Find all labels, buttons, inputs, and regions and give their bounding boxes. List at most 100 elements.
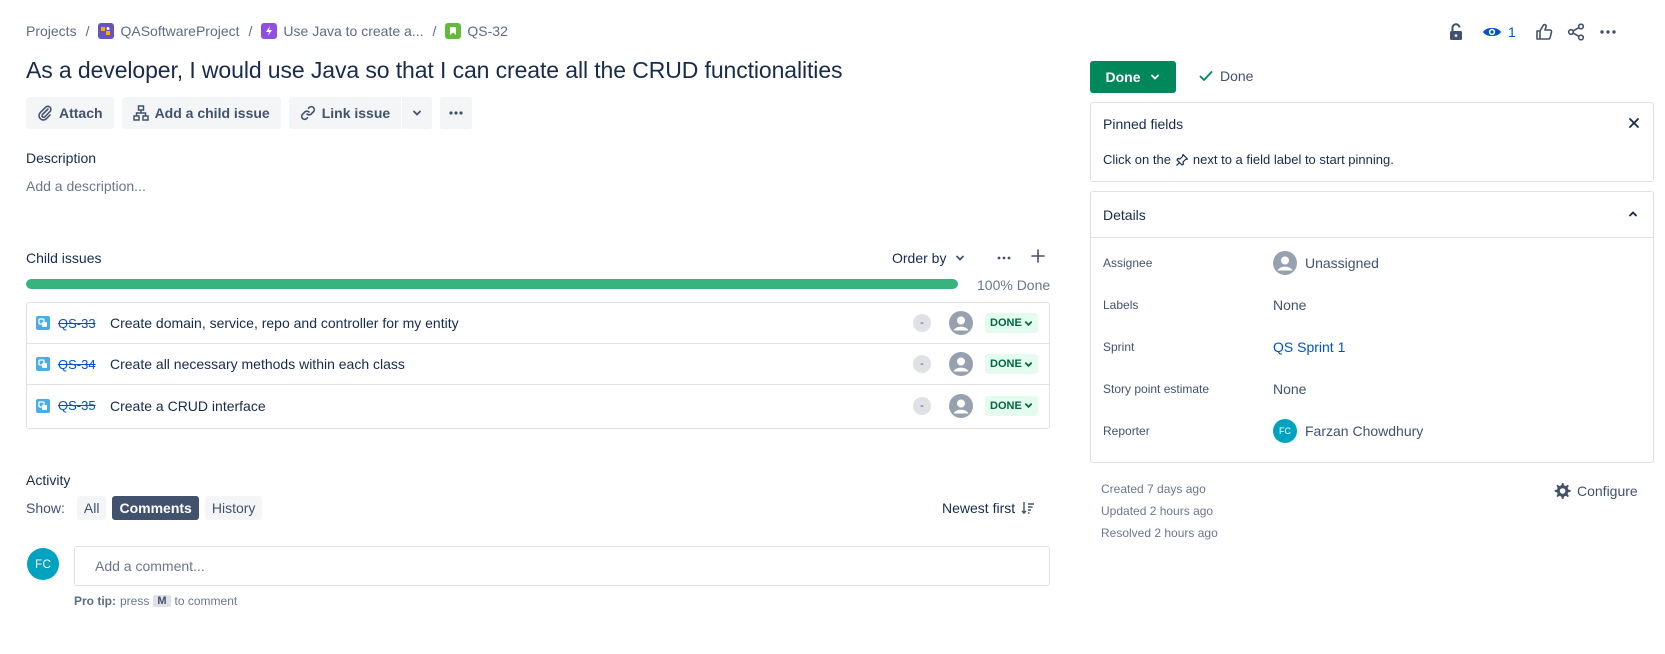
child-issue-status-label: DONE: [990, 358, 1022, 370]
child-issue-row[interactable]: QS-34 Create all necessary methods within…: [27, 344, 1049, 385]
issue-toolbar: Attach Add a child issue Link issue: [26, 97, 473, 129]
configure-label: Configure: [1577, 483, 1638, 499]
thumbs-up-icon: [1535, 23, 1553, 41]
chevron-down-icon: [411, 107, 423, 119]
child-issue-priority[interactable]: -: [913, 355, 931, 373]
child-issue-priority[interactable]: -: [913, 314, 931, 332]
breadcrumb-separator: /: [248, 23, 253, 39]
resolution: Done: [1198, 68, 1253, 84]
child-issue-status[interactable]: DONE: [985, 313, 1038, 333]
add-child-issue-button[interactable]: Add a child issue: [121, 97, 281, 129]
labels-row: Labels None: [1103, 290, 1643, 320]
child-issue-summary[interactable]: Create all necessary methods within each…: [110, 356, 405, 372]
sprint-value[interactable]: QS Sprint 1: [1273, 339, 1345, 355]
reporter-value[interactable]: FC Farzan Chowdhury: [1273, 419, 1423, 443]
child-issue-summary[interactable]: Create a CRUD interface: [110, 398, 266, 414]
restrictions-button[interactable]: [1440, 20, 1472, 44]
child-issue-status-label: DONE: [990, 399, 1022, 412]
pro-tip-label: Pro tip:: [74, 594, 116, 608]
sort-descending-icon: [1021, 501, 1035, 515]
filter-history-button[interactable]: History: [204, 496, 263, 520]
breadcrumb-issue[interactable]: QS-32: [445, 23, 508, 39]
subtask-icon: [36, 316, 50, 330]
check-icon: [1198, 68, 1214, 84]
share-icon: [1567, 23, 1585, 41]
project-avatar-icon: [98, 23, 115, 39]
filter-all-button[interactable]: All: [76, 496, 107, 520]
chevron-down-icon: [1024, 319, 1033, 328]
more-icon: [1599, 23, 1617, 41]
more-actions-button[interactable]: [440, 97, 473, 129]
unassigned-avatar-icon[interactable]: [949, 352, 973, 376]
child-issue-summary[interactable]: Create domain, service, repo and control…: [110, 315, 459, 331]
keyboard-shortcut-key: M: [153, 595, 171, 607]
breadcrumb-epic[interactable]: Use Java to create a...: [261, 23, 424, 39]
breadcrumb-projects[interactable]: Projects: [26, 23, 77, 39]
activity-filter-row: Show: All Comments History: [26, 496, 263, 520]
pro-tip: Pro tip: press M to comment: [74, 594, 237, 608]
order-by-button[interactable]: Order by: [892, 250, 966, 266]
child-issues-progress-bar: [26, 279, 958, 289]
child-issue-status[interactable]: DONE: [985, 354, 1038, 374]
breadcrumb-project-label: QASoftwareProject: [120, 23, 240, 39]
add-child-issue-plus-button[interactable]: [1030, 248, 1046, 264]
link-issue-dropdown-button[interactable]: [402, 97, 433, 129]
child-issue-key[interactable]: QS-33: [58, 316, 96, 331]
child-issue-status[interactable]: DONE: [985, 395, 1038, 416]
labels-value[interactable]: None: [1273, 297, 1306, 313]
plus-icon: [1031, 249, 1045, 263]
breadcrumb-project[interactable]: QASoftwareProject: [98, 23, 240, 39]
close-icon: [1629, 118, 1639, 128]
configure-button[interactable]: Configure: [1553, 482, 1638, 500]
details-title: Details: [1103, 207, 1146, 223]
description-field[interactable]: Add a description...: [26, 178, 146, 194]
breadcrumb-separator: /: [432, 23, 437, 39]
child-issue-priority[interactable]: -: [913, 396, 931, 415]
like-button[interactable]: [1528, 20, 1560, 44]
sort-order-button[interactable]: Newest first: [942, 500, 1035, 516]
child-issue-key[interactable]: QS-35: [58, 398, 96, 413]
attach-button[interactable]: Attach: [26, 97, 114, 129]
link-issue-button[interactable]: Link issue: [288, 97, 402, 129]
share-button[interactable]: [1560, 20, 1592, 44]
add-comment-input[interactable]: Add a comment...: [74, 546, 1050, 586]
story-icon: [445, 23, 462, 39]
progress-text: 100% Done: [977, 277, 1051, 293]
more-icon: [448, 105, 464, 121]
description-heading: Description: [26, 150, 97, 166]
unassigned-avatar-icon: [1273, 251, 1297, 275]
breadcrumb-issue-label: QS-32: [467, 23, 508, 39]
story-points-value[interactable]: None: [1273, 381, 1306, 397]
pinned-hint-before: Click on the: [1103, 152, 1171, 167]
story-points-row: Story point estimate None: [1103, 374, 1643, 404]
pinned-fields-panel: Pinned fields Click on the next to a fie…: [1090, 102, 1654, 182]
more-actions-header-button[interactable]: [1592, 20, 1624, 44]
child-issue-key[interactable]: QS-34: [58, 357, 96, 372]
gear-icon: [1553, 482, 1571, 500]
issue-title[interactable]: As a developer, I would use Java so that…: [26, 57, 843, 84]
child-issue-row[interactable]: QS-35 Create a CRUD interface - DONE: [27, 385, 1049, 426]
watch-count: 1: [1508, 24, 1516, 40]
assignee-value[interactable]: Unassigned: [1273, 251, 1379, 275]
labels-label: Labels: [1103, 298, 1139, 312]
reporter-name: Farzan Chowdhury: [1305, 423, 1424, 439]
details-header[interactable]: Details: [1091, 192, 1653, 238]
child-issue-row[interactable]: QS-33 Create domain, service, repo and co…: [27, 303, 1049, 344]
sort-label: Newest first: [942, 500, 1016, 516]
close-pinned-fields-button[interactable]: [1627, 116, 1641, 130]
unassigned-avatar-icon[interactable]: [949, 393, 973, 418]
watch-button[interactable]: 1: [1472, 24, 1528, 40]
filter-comments-button[interactable]: Comments: [112, 496, 199, 520]
reporter-label: Reporter: [1103, 424, 1150, 438]
avatar: FC: [27, 548, 59, 580]
activity-heading: Activity: [26, 472, 71, 488]
hierarchy-icon: [132, 105, 149, 121]
child-issues-more-button[interactable]: [996, 250, 1012, 266]
status-label: Done: [1105, 69, 1141, 85]
attach-label: Attach: [59, 105, 103, 121]
resolution-label: Done: [1220, 68, 1254, 84]
resolved-timestamp: Resolved 2 hours ago: [1101, 526, 1218, 540]
assignee-name: Unassigned: [1305, 255, 1379, 271]
unassigned-avatar-icon[interactable]: [949, 311, 973, 335]
status-transition-button[interactable]: Done: [1090, 61, 1176, 93]
